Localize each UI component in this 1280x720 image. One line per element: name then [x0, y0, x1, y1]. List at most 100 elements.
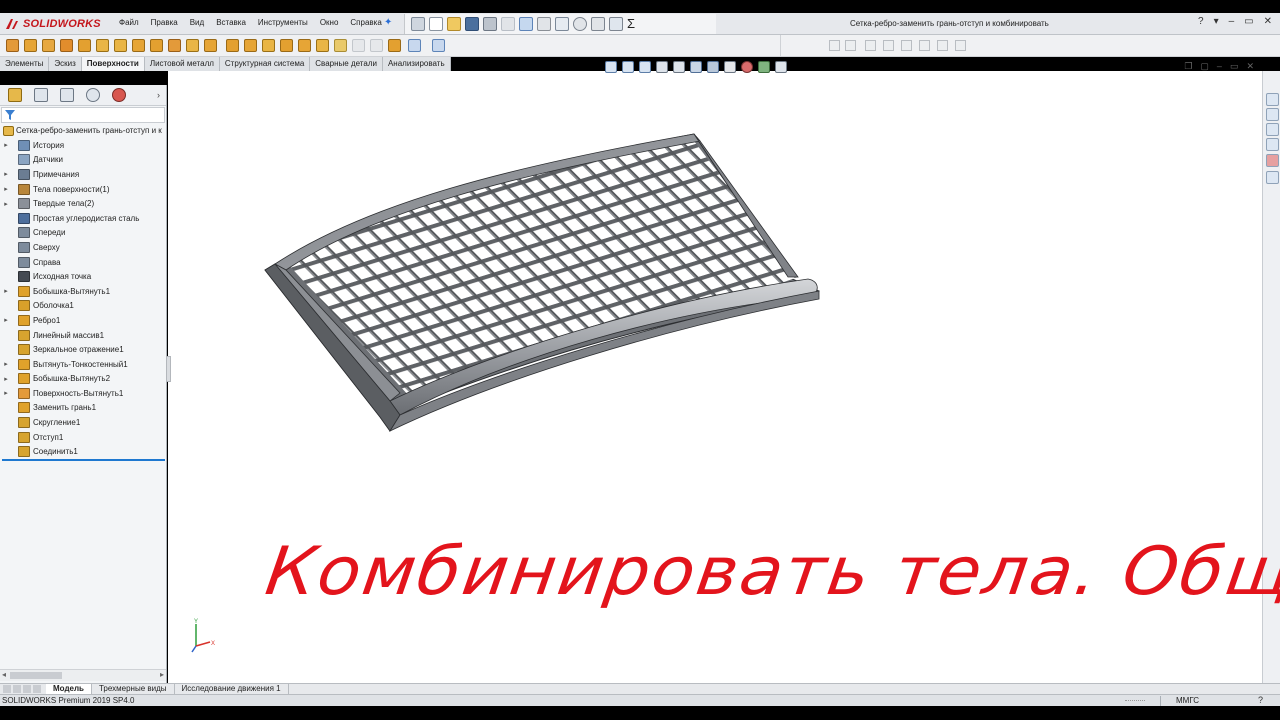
boundary-surface-icon[interactable]: [78, 39, 91, 52]
tree-filter-input[interactable]: [1, 107, 165, 123]
menu-item-window[interactable]: Окно: [314, 18, 345, 27]
extend-surface-icon[interactable]: [226, 39, 239, 52]
replace-face-icon[interactable]: [204, 39, 217, 52]
display-manager-tab-icon[interactable]: [112, 88, 126, 102]
unit-system[interactable]: ММГС: [1176, 696, 1199, 705]
revolved-surface-icon[interactable]: [24, 39, 37, 52]
tree-node[interactable]: ▸ Вытянуть-Тонкостенный1: [0, 357, 165, 372]
tree-node[interactable]: Скругление1: [0, 415, 165, 430]
tree-node[interactable]: Отступ1: [0, 430, 165, 445]
tree-node[interactable]: Заменить грань1: [0, 401, 165, 416]
mid-surface-icon[interactable]: [388, 39, 401, 52]
pin-menu-icon[interactable]: ✦: [384, 17, 392, 28]
expand-caret-icon[interactable]: ▸: [0, 287, 12, 295]
image-icon[interactable]: [609, 17, 623, 31]
lofted-surface-icon[interactable]: [60, 39, 73, 52]
tree-node[interactable]: Соединить1: [0, 444, 165, 459]
delete-face-icon[interactable]: [186, 39, 199, 52]
custom-properties-icon[interactable]: [1266, 171, 1279, 184]
help-dropdown-icon[interactable]: ▾: [1214, 16, 1219, 27]
tree-node[interactable]: Простая углеродистая сталь: [0, 211, 165, 226]
appearances-icon[interactable]: [1266, 154, 1279, 167]
surface-flatten-icon[interactable]: [168, 39, 181, 52]
open-folder-icon[interactable]: [447, 17, 461, 31]
tile-view-icon[interactable]: ❐: [1184, 61, 1192, 72]
tab-sketch[interactable]: Эскиз: [49, 57, 82, 71]
search-commands-icon[interactable]: [591, 17, 605, 31]
expand-caret-icon[interactable]: ▸: [0, 200, 12, 208]
tree-node[interactable]: ▸ Ребро1: [0, 313, 165, 328]
expand-caret-icon[interactable]: ▸: [0, 170, 12, 178]
tree-node[interactable]: Оболочка1: [0, 299, 165, 314]
tree-node[interactable]: ▸ Примечания: [0, 167, 165, 182]
trim-surface-icon[interactable]: [244, 39, 257, 52]
menu-item-edit[interactable]: Правка: [145, 18, 184, 27]
edit-appearance-icon[interactable]: [741, 61, 753, 73]
filled-surface-icon[interactable]: [96, 39, 109, 52]
sidebar-horizontal-scrollbar[interactable]: ◂ ▸: [0, 669, 166, 681]
minimize-icon[interactable]: –: [1229, 16, 1235, 27]
cut-with-surface-icon[interactable]: [334, 39, 347, 52]
expand-caret-icon[interactable]: ▸: [0, 141, 12, 149]
previous-view-icon[interactable]: [639, 61, 651, 73]
tab-sheet-metal[interactable]: Листовой металл: [144, 57, 220, 71]
section-view-icon[interactable]: [656, 61, 668, 73]
scrollbar-thumb[interactable]: [10, 672, 62, 679]
tree-node[interactable]: Зеркальное отражение1: [0, 342, 165, 357]
extruded-surface-icon[interactable]: [6, 39, 19, 52]
dynamic-annotation-icon[interactable]: [673, 61, 685, 73]
rollback-bar[interactable]: [2, 459, 165, 461]
view-palette-icon[interactable]: [1266, 138, 1279, 151]
tree-node[interactable]: Исходная точка: [0, 269, 165, 284]
thickened-cut-icon[interactable]: [316, 39, 329, 52]
status-help-icon[interactable]: ?: [1258, 695, 1263, 705]
tree-node[interactable]: ▸ Поверхность-Вытянуть1: [0, 386, 165, 401]
expand-panel-icon[interactable]: ›: [157, 90, 160, 100]
tree-node[interactable]: ▸ Бобышка-Вытянуть1: [0, 284, 165, 299]
tree-node[interactable]: Справа: [0, 255, 165, 270]
home-icon[interactable]: [411, 17, 425, 31]
menu-item-tools[interactable]: Инструменты: [252, 18, 314, 27]
summation-icon[interactable]: Σ: [627, 17, 635, 31]
property-manager-tab-icon[interactable]: [34, 88, 48, 102]
menu-item-view[interactable]: Вид: [184, 18, 210, 27]
dimxpert-tab-icon[interactable]: [86, 88, 100, 102]
swept-surface-icon[interactable]: [42, 39, 55, 52]
tab-surfaces[interactable]: Поверхности: [81, 57, 145, 71]
tree-node[interactable]: ▸ Твердые тела(2): [0, 196, 165, 211]
expand-caret-icon[interactable]: ▸: [0, 375, 12, 383]
print-icon[interactable]: [483, 17, 497, 31]
tab-evaluate[interactable]: Анализировать: [382, 57, 451, 71]
design-library-icon[interactable]: [1266, 108, 1279, 121]
menu-item-file[interactable]: Файл: [113, 18, 145, 27]
menu-item-insert[interactable]: Вставка: [210, 18, 252, 27]
save-icon[interactable]: [465, 17, 479, 31]
tree-node[interactable]: Спереди: [0, 226, 165, 241]
expand-caret-icon[interactable]: ▸: [0, 316, 12, 324]
apply-scene-icon[interactable]: [758, 61, 770, 73]
window-minimize-icon[interactable]: –: [1217, 61, 1222, 72]
scroll-right-icon[interactable]: ▸: [160, 670, 164, 679]
help-icon[interactable]: ?: [1198, 16, 1204, 27]
tab-nav-arrows[interactable]: [0, 684, 46, 694]
display-style-icon[interactable]: [707, 61, 719, 73]
tree-node[interactable]: ▸ Тела поверхности(1): [0, 182, 165, 197]
window-maximize-icon[interactable]: ▭: [1230, 61, 1239, 72]
close-icon[interactable]: ✕: [1264, 16, 1272, 27]
tab-weldments[interactable]: Сварные детали: [310, 57, 383, 71]
select-icon[interactable]: [519, 17, 533, 31]
feature-manager-tab-icon[interactable]: [8, 88, 22, 102]
untrim-surface-icon[interactable]: [262, 39, 275, 52]
tree-node[interactable]: ▸ Бобышка-Вытянуть2: [0, 372, 165, 387]
rebuild-icon[interactable]: [537, 17, 551, 31]
reference-geometry-icon[interactable]: [432, 39, 445, 52]
ruled-surface-icon[interactable]: [150, 39, 163, 52]
tree-node[interactable]: Сверху: [0, 240, 165, 255]
expand-caret-icon[interactable]: ▸: [0, 185, 12, 193]
zoom-to-fit-icon[interactable]: [605, 61, 617, 73]
tab-features[interactable]: Элементы: [0, 57, 50, 71]
tree-root-part[interactable]: Сетка-ребро-заменить грань-отступ и к: [3, 124, 165, 137]
restore-icon[interactable]: ▭: [1244, 16, 1253, 27]
tab-model[interactable]: Модель: [46, 684, 92, 694]
tree-node[interactable]: Датчики: [0, 153, 165, 168]
